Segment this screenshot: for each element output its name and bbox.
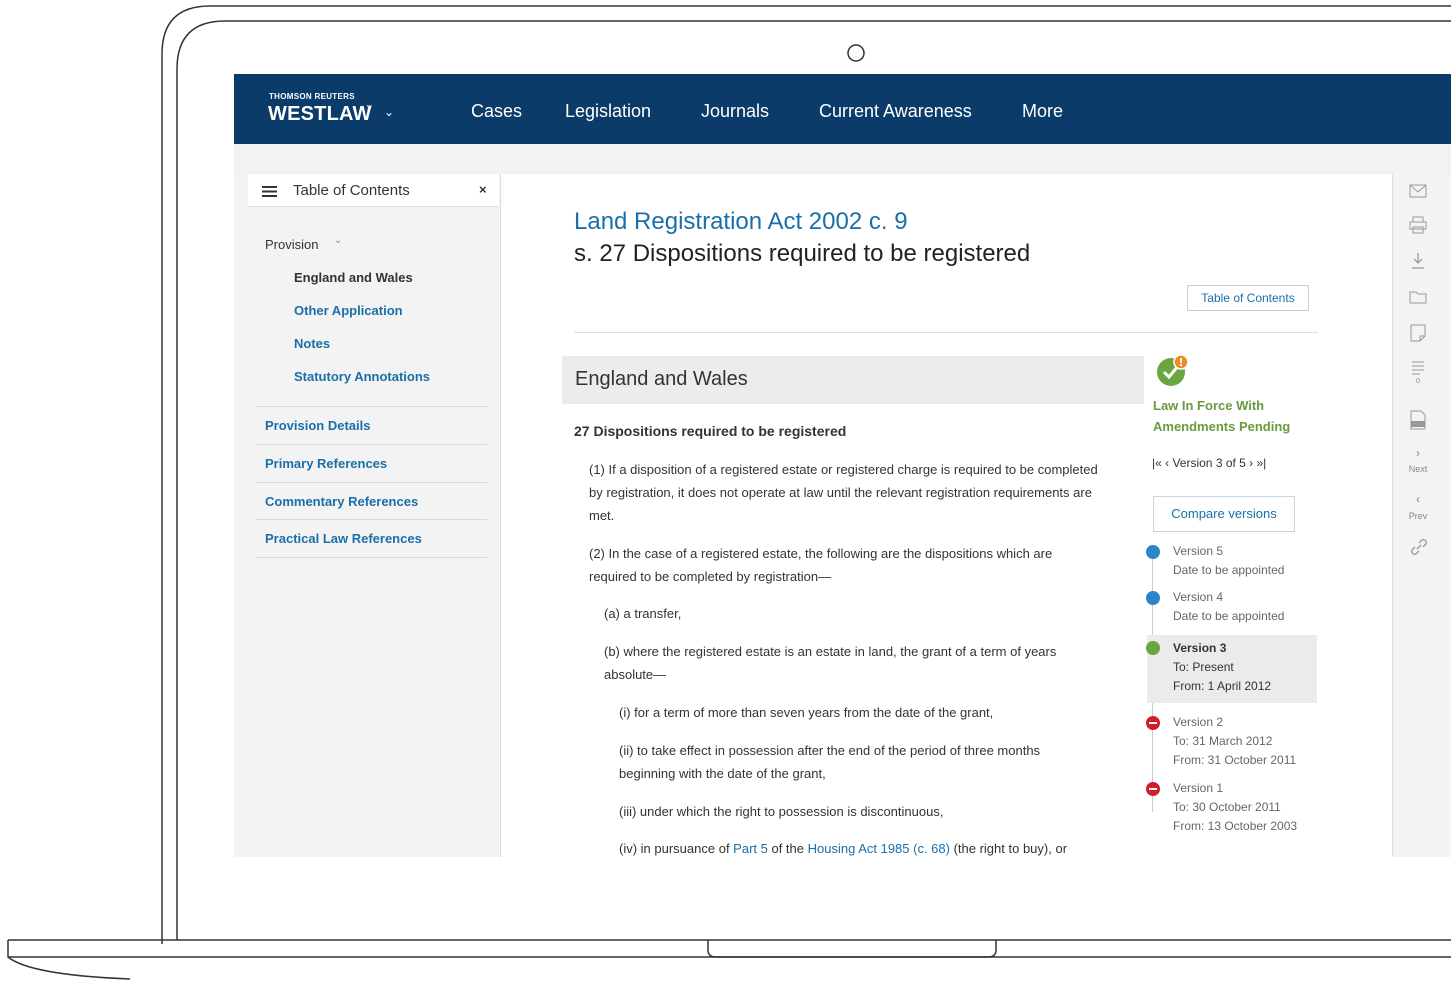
version-1-from: From: 13 October 2003 bbox=[1173, 819, 1298, 833]
paragraph-ii-line-1: (ii) to take effect in possession after … bbox=[619, 743, 1041, 758]
version-3-from: From: 1 April 2012 bbox=[1173, 679, 1272, 693]
next-button[interactable]: Next bbox=[1401, 464, 1435, 474]
version-3-label[interactable]: Version 3 bbox=[1173, 639, 1226, 658]
chevron-left-icon[interactable]: ‹ bbox=[1401, 492, 1435, 506]
annotations-icon[interactable] bbox=[1411, 360, 1425, 376]
brand-chevron-down-icon[interactable]: ⌄ bbox=[384, 105, 394, 119]
divider bbox=[574, 332, 1318, 333]
paragraph-b-line-1: (b) where the registered estate is an es… bbox=[604, 644, 1057, 659]
nav-cases[interactable]: Cases bbox=[471, 101, 522, 122]
version-4-dot-icon bbox=[1146, 591, 1160, 605]
law-status-label: Law In Force With Amendments Pending bbox=[1153, 395, 1303, 437]
divider bbox=[256, 482, 487, 483]
toc-item-notes[interactable]: Notes bbox=[294, 336, 330, 351]
link-housing-act-1985[interactable]: Housing Act 1985 (c. 68) bbox=[808, 841, 950, 856]
version-2-from: From: 31 October 2011 bbox=[1173, 753, 1297, 767]
paragraph-1-line-1: (1) If a disposition of a registered est… bbox=[589, 462, 1098, 477]
close-icon[interactable]: × bbox=[479, 182, 487, 197]
toc-item-other-application[interactable]: Other Application bbox=[294, 303, 403, 318]
divider bbox=[256, 444, 487, 445]
version-5-dot-icon bbox=[1146, 545, 1160, 559]
divider bbox=[256, 557, 487, 558]
provision-heading: 27 Dispositions required to be registere… bbox=[574, 423, 847, 439]
version-3-to: To: Present bbox=[1173, 660, 1234, 674]
link-part-5[interactable]: Part 5 bbox=[733, 841, 768, 856]
version-3-dot-icon bbox=[1146, 641, 1160, 655]
version-5-date: Date to be appointed bbox=[1173, 563, 1285, 577]
toc-title: Table of Contents bbox=[293, 182, 410, 199]
prev-button[interactable]: Prev bbox=[1401, 511, 1435, 521]
paragraph-iv: (iv) in pursuance of Part 5 of the Housi… bbox=[619, 837, 1067, 857]
nav-legislation[interactable]: Legislation bbox=[565, 101, 651, 122]
toc-item-england-and-wales[interactable]: England and Wales bbox=[294, 270, 413, 285]
tools-sidebar: 0 › Next ‹ Prev bbox=[1392, 174, 1451, 857]
version-4-link[interactable]: Version 4 bbox=[1173, 588, 1223, 607]
toc-section-primary-references[interactable]: Primary References bbox=[265, 456, 387, 471]
paragraph-ii-line-2: beginning with the date of the grant, bbox=[619, 766, 826, 781]
paragraph-1-line-2: by registration, it does not operate at … bbox=[589, 485, 1092, 500]
paragraph-iv-text: of the bbox=[767, 841, 808, 856]
paragraph-a: (a) a transfer, bbox=[604, 606, 682, 621]
toc-header: Table of Contents × bbox=[248, 174, 499, 207]
nav-journals[interactable]: Journals bbox=[701, 101, 769, 122]
toc-item-statutory-annotations[interactable]: Statutory Annotations bbox=[294, 369, 430, 384]
version-2-link[interactable]: Version 2 bbox=[1173, 713, 1223, 732]
screen: THOMSON REUTERS WESTLAW ™ ⌄ Cases Legisl… bbox=[234, 74, 1451, 857]
paragraph-b-line-2: absolute— bbox=[604, 667, 667, 682]
toc-section-practical-law-references[interactable]: Practical Law References bbox=[265, 531, 422, 546]
print-icon[interactable] bbox=[1409, 216, 1427, 234]
folder-icon[interactable] bbox=[1409, 290, 1427, 304]
annotations-count: 0 bbox=[1416, 378, 1420, 385]
brand-trademark: ™ bbox=[366, 105, 372, 111]
paragraph-i: (i) for a term of more than seven years … bbox=[619, 705, 994, 720]
chevron-right-icon[interactable]: › bbox=[1401, 446, 1435, 460]
document-pane: Land Registration Act 2002 c. 9 s. 27 Di… bbox=[501, 174, 1393, 857]
toc-section-commentary-references[interactable]: Commentary References bbox=[265, 494, 418, 509]
divider bbox=[256, 406, 487, 407]
paragraph-1-line-3: met. bbox=[589, 508, 615, 523]
brand-company: THOMSON REUTERS bbox=[269, 92, 355, 101]
version-1-link[interactable]: Version 1 bbox=[1173, 779, 1223, 798]
compare-versions-button[interactable]: Compare versions bbox=[1153, 496, 1295, 532]
version-navigator[interactable]: |« ‹ Version 3 of 5 › »| bbox=[1152, 456, 1266, 470]
nav-more[interactable]: More bbox=[1022, 101, 1063, 122]
toc-panel: Table of Contents × Provision ⌄ England … bbox=[234, 174, 501, 857]
version-1-dot-icon bbox=[1146, 782, 1160, 796]
toc-provision[interactable]: Provision bbox=[265, 237, 318, 252]
link-icon[interactable] bbox=[1410, 538, 1428, 556]
top-navigation: THOMSON REUTERS WESTLAW ™ ⌄ Cases Legisl… bbox=[234, 74, 1451, 144]
hamburger-icon[interactable] bbox=[262, 186, 277, 197]
section-heading-box: England and Wales bbox=[562, 356, 1144, 404]
version-5-link[interactable]: Version 5 bbox=[1173, 542, 1223, 561]
brand-logo[interactable]: WESTLAW bbox=[268, 103, 372, 126]
pdf-icon[interactable] bbox=[1410, 410, 1426, 430]
paragraph-iii: (iii) under which the right to possessio… bbox=[619, 804, 944, 819]
chevron-down-icon[interactable]: ⌄ bbox=[334, 235, 342, 246]
sub-toolbar bbox=[234, 144, 1451, 174]
section-heading: England and Wales bbox=[575, 368, 748, 390]
email-icon[interactable] bbox=[1409, 184, 1427, 198]
version-2-dot-icon bbox=[1146, 716, 1160, 730]
version-2-to: To: 31 March 2012 bbox=[1173, 734, 1273, 748]
law-status-line-2: Amendments Pending bbox=[1153, 419, 1291, 434]
table-of-contents-button[interactable]: Table of Contents bbox=[1187, 285, 1309, 311]
download-icon[interactable] bbox=[1410, 252, 1426, 270]
version-1-to: To: 30 October 2011 bbox=[1173, 800, 1281, 814]
document-subtitle: s. 27 Dispositions required to be regist… bbox=[574, 240, 1031, 267]
toc-section-provision-details[interactable]: Provision Details bbox=[265, 418, 370, 433]
paragraph-iv-text: (iv) in pursuance of bbox=[619, 841, 734, 856]
paragraph-2-line-2: required to be completed by registration… bbox=[589, 569, 832, 584]
nav-current-awareness[interactable]: Current Awareness bbox=[819, 101, 972, 122]
note-icon[interactable] bbox=[1410, 324, 1426, 342]
paragraph-iv-text: (the right to buy), or bbox=[949, 841, 1068, 856]
law-status-line-1: Law In Force With bbox=[1153, 398, 1265, 413]
law-in-force-check-icon bbox=[1157, 354, 1189, 386]
divider bbox=[256, 519, 487, 520]
version-4-date: Date to be appointed bbox=[1173, 609, 1285, 623]
document-title[interactable]: Land Registration Act 2002 c. 9 bbox=[574, 208, 908, 236]
paragraph-2-line-1: (2) In the case of a registered estate, … bbox=[589, 546, 1053, 561]
